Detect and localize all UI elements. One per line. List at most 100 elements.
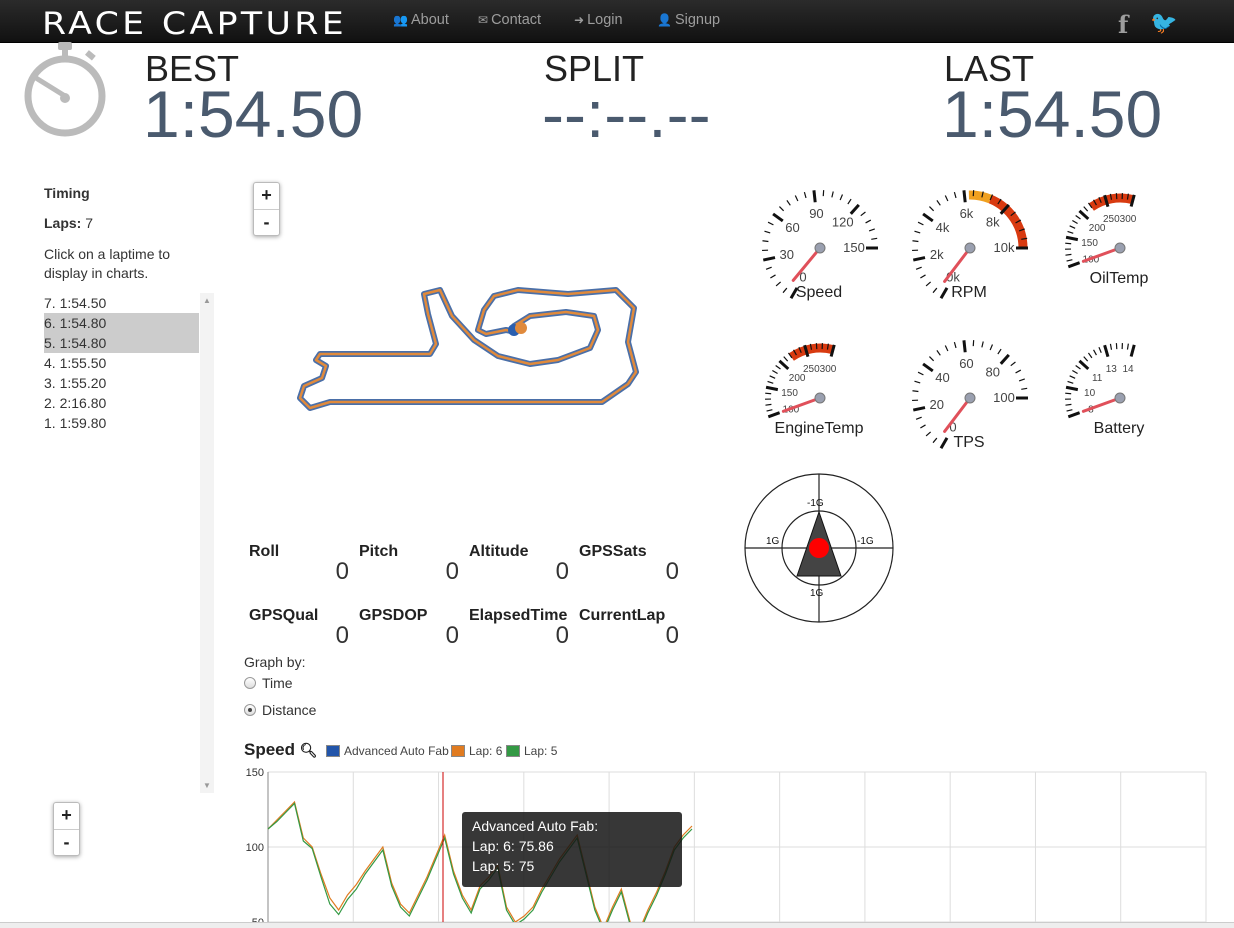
nav-about[interactable]: 👥 About [393, 12, 449, 28]
gauge-major-tick [767, 411, 781, 419]
map-zoom-in-button[interactable]: + [254, 183, 279, 209]
graph-by-label: Graph by: [244, 654, 306, 670]
gauge-minor-tick [767, 221, 774, 226]
gauge-minor-tick [1066, 259, 1073, 262]
gauge-minor-tick [839, 194, 844, 201]
gauge-minor-tick [944, 195, 949, 202]
gauge-redzone [788, 343, 835, 361]
facebook-icon[interactable]: f [1118, 10, 1128, 39]
gauge-tick-label: 10k [994, 240, 1015, 255]
gauge-major-tick [765, 385, 779, 392]
nav-login[interactable]: ➜ Login [574, 12, 623, 28]
gauge-tick-label: 60 [785, 220, 799, 235]
sign-in-icon: ➜ [574, 13, 585, 27]
lap-list[interactable]: 7. 1:54.50 6. 1:54.80 5. 1:54.80 4. 1:55… [44, 293, 214, 793]
gauge-tick-label: 6k [960, 206, 974, 221]
stopwatch-icon [24, 42, 106, 137]
gauge-minor-tick [803, 191, 807, 199]
gauge-minor-tick [766, 409, 773, 412]
gauge-hub [964, 392, 976, 404]
gauge-tick-label: 250 [803, 364, 820, 375]
gauge-tick-label: 2k [930, 247, 944, 262]
scroll-down-icon[interactable]: ▼ [203, 781, 211, 790]
gauge-minor-tick [847, 198, 852, 205]
gauge-minor-tick [1075, 364, 1081, 370]
gauge-minor-tick [783, 356, 789, 362]
gauge-tick-label: 14 [1122, 364, 1134, 375]
lap-list-scrollbar[interactable]: ▲ ▼ [200, 293, 214, 793]
gauge-minor-tick [1072, 369, 1078, 375]
list-zoom-control: + - [53, 802, 80, 856]
gauge-minor-tick [1067, 230, 1074, 234]
gauge-tick-label: 4k [936, 220, 950, 235]
gauge-minor-tick [865, 219, 872, 224]
telemetry-value-pitch: 0 [445, 558, 459, 585]
gauge-tick-label: 150 [843, 240, 865, 255]
lap-item[interactable]: 4. 1:55.50 [44, 353, 199, 373]
gauge-tick-label: 13 [1106, 364, 1118, 375]
scroll-up-icon[interactable]: ▲ [203, 296, 211, 305]
gauge-tick-label: 250 [1103, 214, 1120, 225]
legend-item-lap-5[interactable]: Lap: 5 [506, 744, 557, 758]
gauge-minor-tick [920, 424, 926, 429]
gauge-label-rpm: RPM [951, 284, 987, 301]
list-zoom-in-button[interactable]: + [54, 803, 79, 829]
gauge-minor-tick [1075, 214, 1081, 220]
gauge-oiltemp: 100150200250300 [1065, 193, 1137, 269]
gauge-tick-label: 90 [809, 206, 823, 221]
telemetry-label-pitch: Pitch [359, 543, 399, 560]
gauge-major-tick [1065, 235, 1079, 242]
nav-signup[interactable]: 👤 Signup [657, 12, 720, 28]
map-zoom-control: + - [253, 182, 280, 236]
gauge-minor-tick [936, 200, 941, 206]
bottom-scrollbar[interactable] [0, 922, 1234, 928]
brand-logo[interactable]: RACE CAPTURE [42, 6, 347, 42]
telemetry-label-gpssats: GPSSats [579, 543, 647, 560]
list-zoom-out-button[interactable]: - [54, 829, 79, 855]
twitter-icon[interactable]: 🐦 [1150, 10, 1177, 36]
track-map[interactable] [290, 280, 650, 420]
gauge-tick-label: 60 [959, 356, 973, 371]
legend-item-lap-6[interactable]: Lap: 6 [451, 744, 502, 758]
lap-item[interactable]: 2. 2:16.80 [44, 393, 199, 413]
gauge-minor-tick [868, 228, 875, 232]
gauge-tick-label: 80 [986, 365, 1000, 380]
lap-item[interactable]: 3. 1:55.20 [44, 373, 199, 393]
gauge-minor-tick [1066, 409, 1073, 412]
lap-item[interactable]: 5. 1:54.80 [44, 333, 199, 353]
lap-item[interactable]: 6. 1:54.80 [44, 313, 199, 333]
telemetry-value-gpssats: 0 [665, 558, 679, 585]
gauge-minor-tick [1010, 361, 1016, 367]
legend-item-advanced-auto-fab[interactable]: Advanced Auto Fab [326, 744, 449, 758]
gauge-tick-label: 10 [1084, 388, 1096, 399]
gauge-hub [1114, 392, 1126, 404]
gauge-minor-tick [917, 221, 924, 226]
navbar: RACE CAPTURE 👥 About ✉ Contact ➜ Login 👤 Sig… [0, 0, 1234, 43]
speed-chart[interactable]: 15010050 [240, 764, 1210, 928]
gauge-tick-label: 120 [832, 215, 854, 230]
gauge-minor-tick [1065, 403, 1072, 406]
graph-by-distance-radio[interactable] [244, 704, 256, 716]
gauge-enginetemp: 100150200250300 [764, 343, 837, 419]
lap-item[interactable]: 1. 1:59.80 [44, 413, 199, 433]
gauge-minor-tick [989, 344, 994, 351]
gauge-tick-label: 300 [820, 364, 837, 375]
magnifier-icon[interactable]: 🔍︎ [300, 742, 318, 758]
graph-by-time-option[interactable]: Time [244, 675, 293, 691]
gforce-label-top: -1G [807, 498, 824, 509]
gauge-minor-tick [775, 364, 781, 370]
chart-y-tick-label: 150 [246, 767, 264, 779]
gauge-speed: 0306090120150 [762, 190, 878, 299]
gauge-minor-tick [764, 230, 771, 234]
gauge-major-tick [912, 406, 926, 412]
gauge-minor-tick [981, 341, 984, 348]
nav-contact[interactable]: ✉ Contact [478, 12, 541, 28]
lap-item[interactable]: 7. 1:54.50 [44, 293, 199, 313]
gauge-minor-tick [997, 348, 1002, 355]
gauge-major-tick [962, 340, 967, 353]
graph-by-distance-option[interactable]: Distance [244, 702, 316, 718]
gauge-minor-tick [1083, 356, 1089, 362]
gauge-minor-tick [953, 191, 957, 199]
map-zoom-out-button[interactable]: - [254, 209, 279, 235]
graph-by-time-radio[interactable] [244, 677, 256, 689]
